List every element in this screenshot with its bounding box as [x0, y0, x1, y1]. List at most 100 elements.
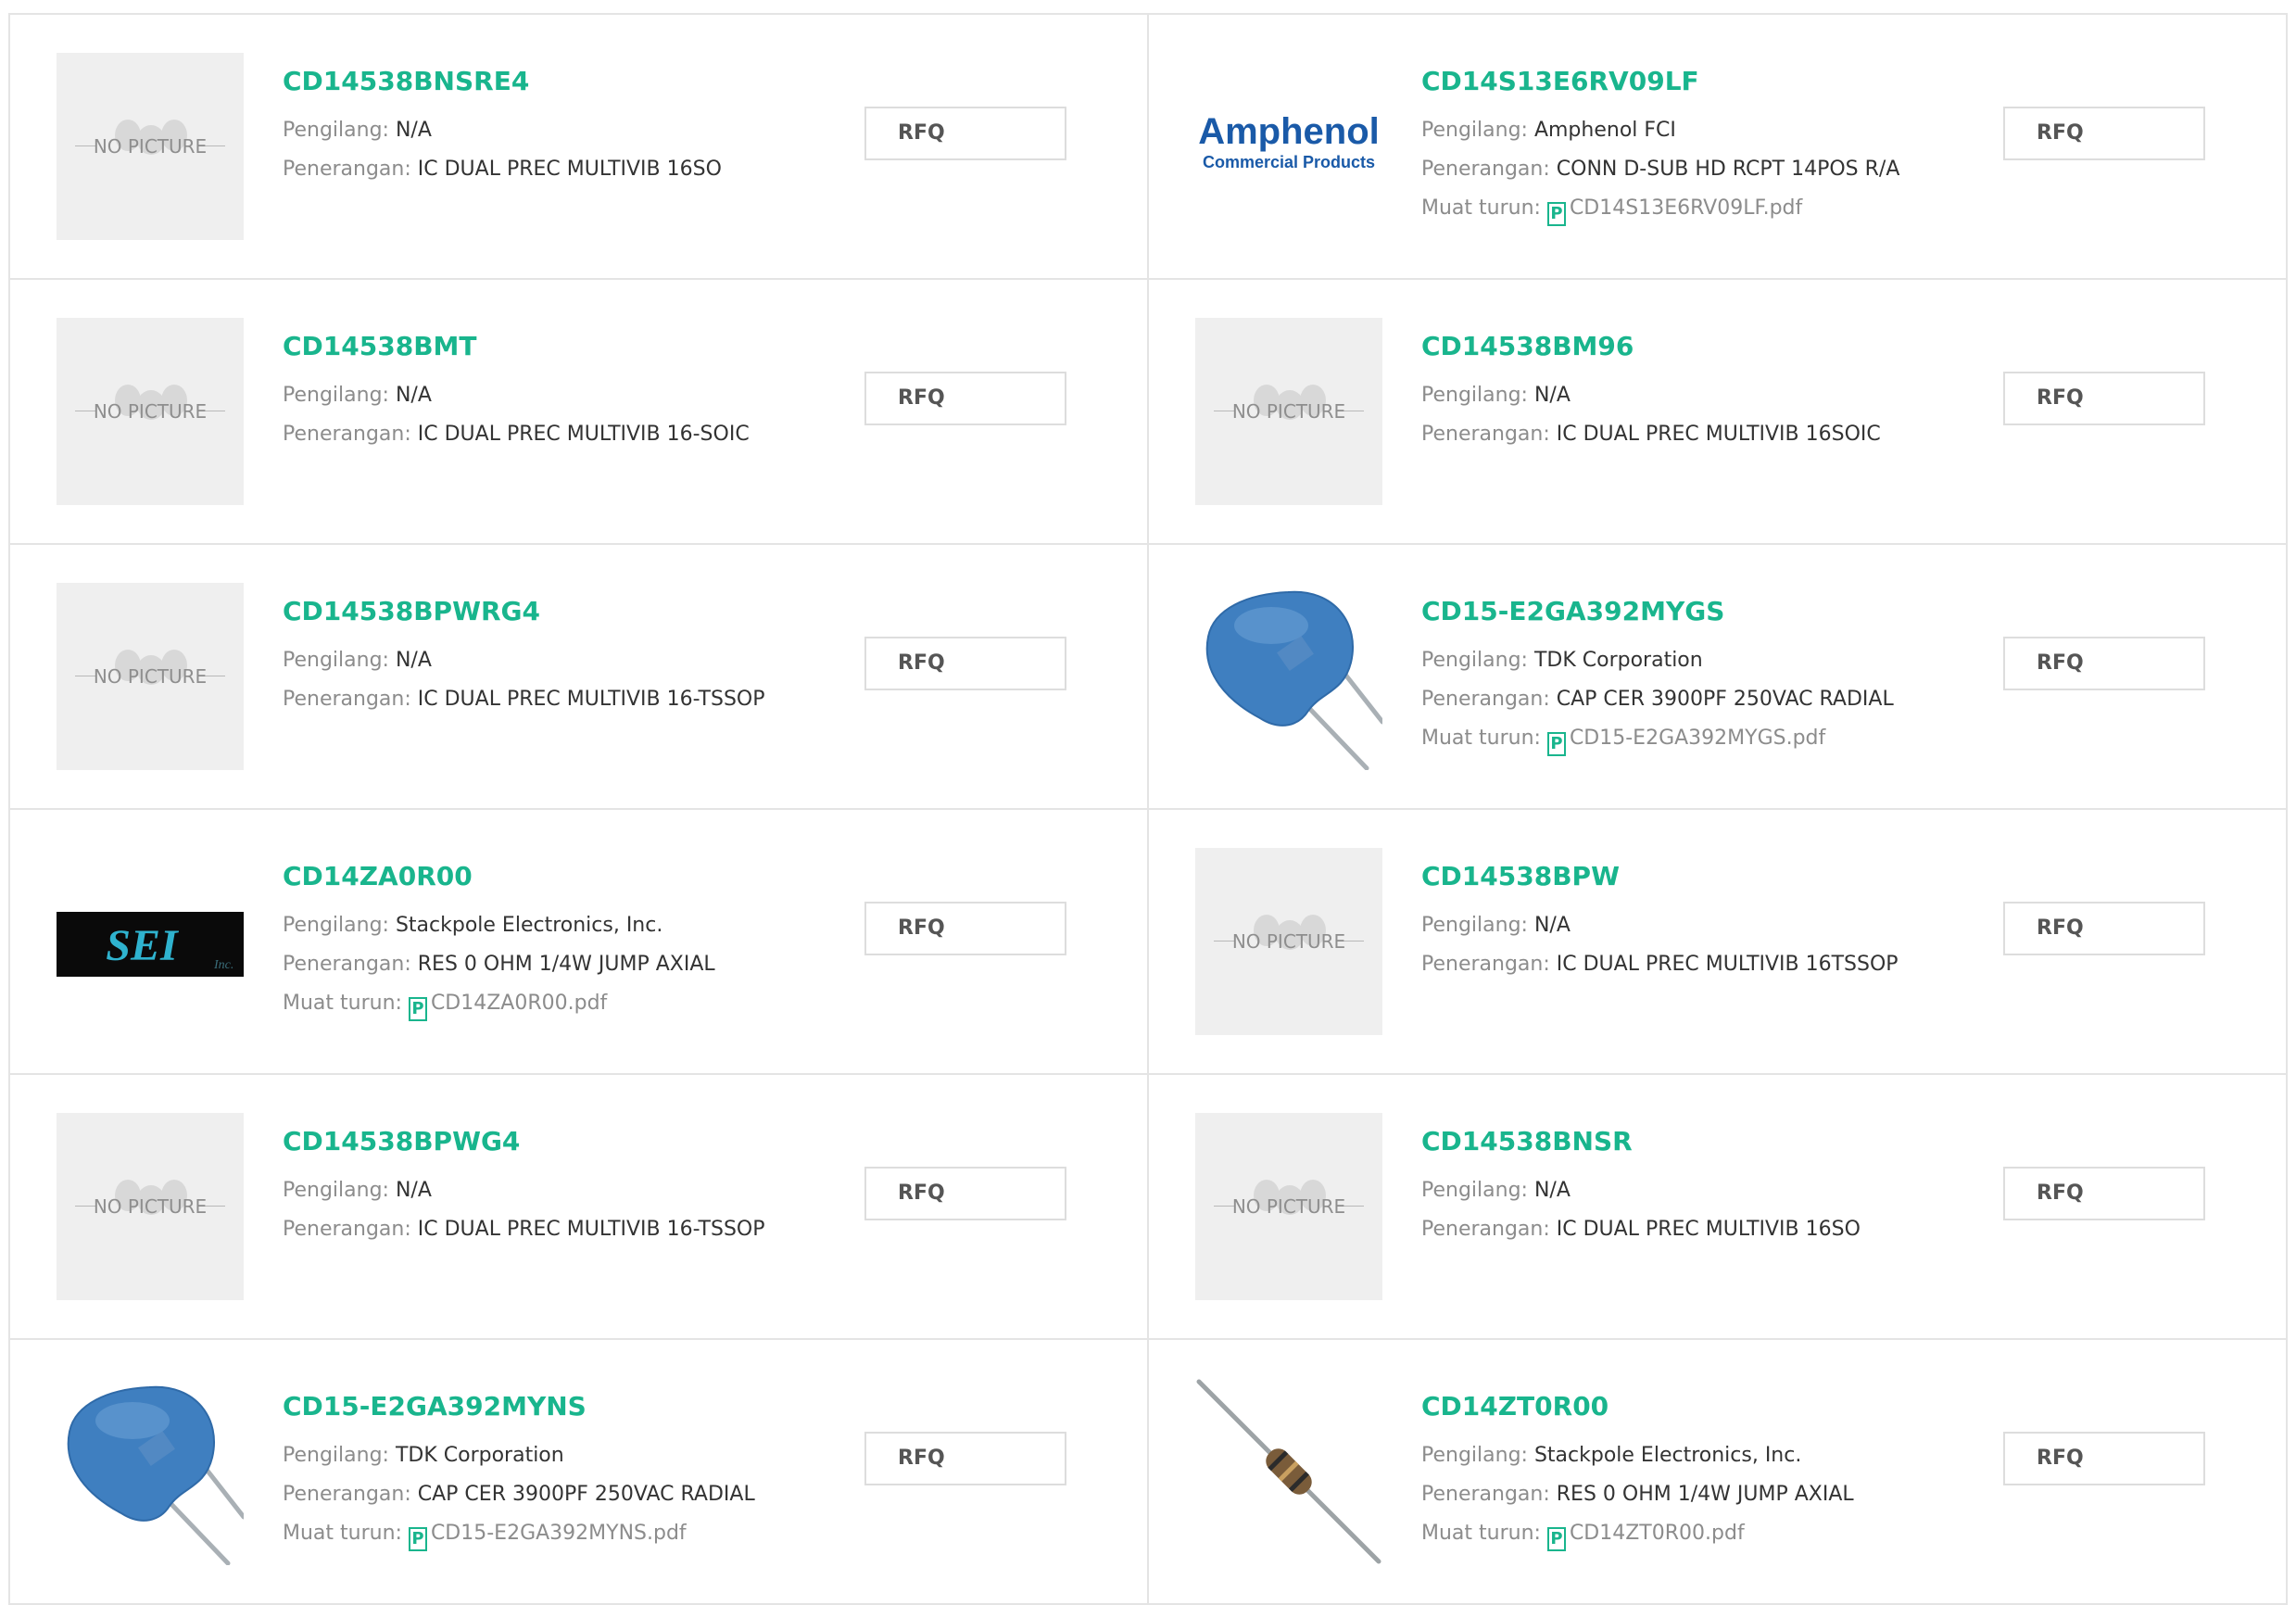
product-row: NO PICTURE CD14538BMT Pengilang: N/A Pen… [10, 280, 2288, 545]
description-value: IC DUAL PREC MULTIVIB 16SOIC [1556, 423, 1881, 446]
pdf-icon[interactable]: P [408, 1527, 427, 1551]
no-picture-label: NO PICTURE [93, 400, 208, 423]
manufacturer-line: Pengilang: Amphenol FCI [1421, 119, 1676, 142]
description-line: Penerangan: IC DUAL PREC MULTIVIB 16-TSS… [283, 1218, 765, 1241]
no-picture-label: NO PICTURE [1231, 930, 1346, 953]
description-label: Penerangan: [283, 1218, 418, 1241]
datasheet-link[interactable]: CD15-E2GA392MYNS.pdf [431, 1522, 687, 1545]
download-label: Muat turun: [283, 1522, 409, 1545]
manufacturer-line: Pengilang: TDK Corporation [1421, 649, 1703, 672]
manufacturer-value: N/A [395, 1179, 432, 1202]
download-label: Muat turun: [1421, 727, 1547, 750]
logo-subtext: Commercial Products [1203, 153, 1375, 171]
product-image[interactable] [1195, 583, 1382, 770]
manufacturer-line: Pengilang: N/A [283, 649, 432, 672]
product-card: CD14ZT0R00 Pengilang: Stackpole Electron… [1149, 1340, 2288, 1603]
no-picture-label: NO PICTURE [93, 665, 208, 688]
part-number-link[interactable]: CD14ZT0R00 [1421, 1391, 1608, 1422]
description-value: IC DUAL PREC MULTIVIB 16-TSSOP [417, 688, 765, 711]
description-value: RES 0 OHM 1/4W JUMP AXIAL [1556, 1483, 1854, 1506]
part-number-link[interactable]: CD14538BPW [1421, 861, 1620, 891]
description-line: Penerangan: IC DUAL PREC MULTIVIB 16SO [283, 158, 722, 181]
description-label: Penerangan: [283, 423, 418, 446]
description-line: Penerangan: CONN D-SUB HD RCPT 14POS R/A [1421, 158, 1899, 181]
pdf-icon[interactable]: P [1546, 1527, 1566, 1551]
manufacturer-label: Pengilang: [283, 649, 396, 672]
manufacturer-label: Pengilang: [1421, 914, 1534, 937]
product-image[interactable]: NO PICTURE [1195, 1113, 1382, 1300]
product-image[interactable]: NO PICTURE [57, 583, 244, 770]
datasheet-link[interactable]: CD15-E2GA392MYGS.pdf [1570, 727, 1825, 750]
description-line: Penerangan: IC DUAL PREC MULTIVIB 16-TSS… [283, 688, 765, 711]
rfq-button[interactable]: RFQ [2003, 1432, 2205, 1485]
datasheet-link[interactable]: CD14ZA0R00.pdf [431, 992, 607, 1015]
description-line: Penerangan: RES 0 OHM 1/4W JUMP AXIAL [1421, 1483, 1854, 1506]
rfq-button[interactable]: RFQ [864, 1432, 1066, 1485]
manufacturer-line: Pengilang: Stackpole Electronics, Inc. [283, 914, 662, 937]
rfq-button[interactable]: RFQ [2003, 107, 2205, 160]
download-label: Muat turun: [1421, 196, 1547, 220]
rfq-button[interactable]: RFQ [2003, 637, 2205, 690]
product-image[interactable]: Amphenol Commercial Products [1195, 53, 1382, 240]
description-value: CAP CER 3900PF 250VAC RADIAL [417, 1483, 755, 1506]
manufacturer-value: Amphenol FCI [1533, 119, 1676, 142]
datasheet-link[interactable]: CD14S13E6RV09LF.pdf [1570, 196, 1802, 220]
product-image[interactable]: NO PICTURE [57, 1113, 244, 1300]
part-number-link[interactable]: CD14S13E6RV09LF [1421, 66, 1699, 96]
manufacturer-line: Pengilang: N/A [283, 119, 432, 142]
part-number-link[interactable]: CD14538BPWG4 [283, 1126, 520, 1156]
manufacturer-value: N/A [1533, 1179, 1571, 1202]
description-line: Penerangan: IC DUAL PREC MULTIVIB 16SOIC [1421, 423, 1881, 446]
pdf-icon[interactable]: P [1546, 202, 1566, 226]
rfq-button[interactable]: RFQ [2003, 372, 2205, 425]
description-label: Penerangan: [1421, 423, 1557, 446]
amphenol-logo: AmphenolCommercial Products [1198, 111, 1380, 171]
product-row: NO PICTURE CD14538BPWG4 Pengilang: N/A P… [10, 1075, 2288, 1340]
product-image[interactable]: SEI Inc. [57, 848, 244, 1035]
description-value: IC DUAL PREC MULTIVIB 16-TSSOP [417, 1218, 765, 1241]
description-label: Penerangan: [283, 953, 418, 976]
description-value: RES 0 OHM 1/4W JUMP AXIAL [417, 953, 715, 976]
description-line: Penerangan: IC DUAL PREC MULTIVIB 16SO [1421, 1218, 1861, 1241]
part-number-link[interactable]: CD14538BNSRE4 [283, 66, 529, 96]
pdf-icon[interactable]: P [1546, 732, 1566, 756]
description-value: IC DUAL PREC MULTIVIB 16SO [417, 158, 722, 181]
description-label: Penerangan: [1421, 1483, 1557, 1506]
product-card: NO PICTURE CD14538BMT Pengilang: N/A Pen… [10, 280, 1149, 543]
part-number-link[interactable]: CD14538BNSR [1421, 1126, 1633, 1156]
part-number-link[interactable]: CD14538BPWRG4 [283, 596, 540, 626]
description-label: Penerangan: [283, 1483, 418, 1506]
manufacturer-line: Pengilang: N/A [1421, 1179, 1571, 1202]
product-row: NO PICTURE CD14538BNSRE4 Pengilang: N/A … [10, 15, 2288, 280]
description-value: IC DUAL PREC MULTIVIB 16TSSOP [1556, 953, 1899, 976]
part-number-link[interactable]: CD14538BM96 [1421, 331, 1634, 361]
manufacturer-label: Pengilang: [283, 1179, 396, 1202]
rfq-button[interactable]: RFQ [2003, 1167, 2205, 1220]
product-image[interactable]: NO PICTURE [57, 53, 244, 240]
rfq-button[interactable]: RFQ [864, 902, 1066, 955]
product-image[interactable] [57, 1378, 244, 1565]
manufacturer-line: Pengilang: N/A [1421, 384, 1571, 407]
manufacturer-label: Pengilang: [283, 384, 396, 407]
pdf-icon[interactable]: P [408, 997, 427, 1021]
product-image[interactable] [1195, 1378, 1382, 1565]
product-image[interactable]: NO PICTURE [1195, 848, 1382, 1035]
rfq-button[interactable]: RFQ [864, 637, 1066, 690]
part-number-link[interactable]: CD14538BMT [283, 331, 477, 361]
manufacturer-line: Pengilang: Stackpole Electronics, Inc. [1421, 1444, 1801, 1467]
part-number-link[interactable]: CD15-E2GA392MYGS [1421, 596, 1724, 626]
description-label: Penerangan: [1421, 953, 1557, 976]
part-number-link[interactable]: CD14ZA0R00 [283, 861, 473, 891]
rfq-button[interactable]: RFQ [864, 372, 1066, 425]
product-image[interactable]: NO PICTURE [1195, 318, 1382, 505]
datasheet-link[interactable]: CD14ZT0R00.pdf [1570, 1522, 1745, 1545]
product-image[interactable]: NO PICTURE [57, 318, 244, 505]
rfq-button[interactable]: RFQ [2003, 902, 2205, 955]
description-label: Penerangan: [1421, 688, 1557, 711]
capacitor-photo [67, 1385, 244, 1565]
rfq-button[interactable]: RFQ [864, 1167, 1066, 1220]
product-card: NO PICTURE CD14538BM96 Pengilang: N/A Pe… [1149, 280, 2288, 543]
part-number-link[interactable]: CD15-E2GA392MYNS [283, 1391, 587, 1422]
no-picture-label: NO PICTURE [1231, 1195, 1346, 1218]
rfq-button[interactable]: RFQ [864, 107, 1066, 160]
